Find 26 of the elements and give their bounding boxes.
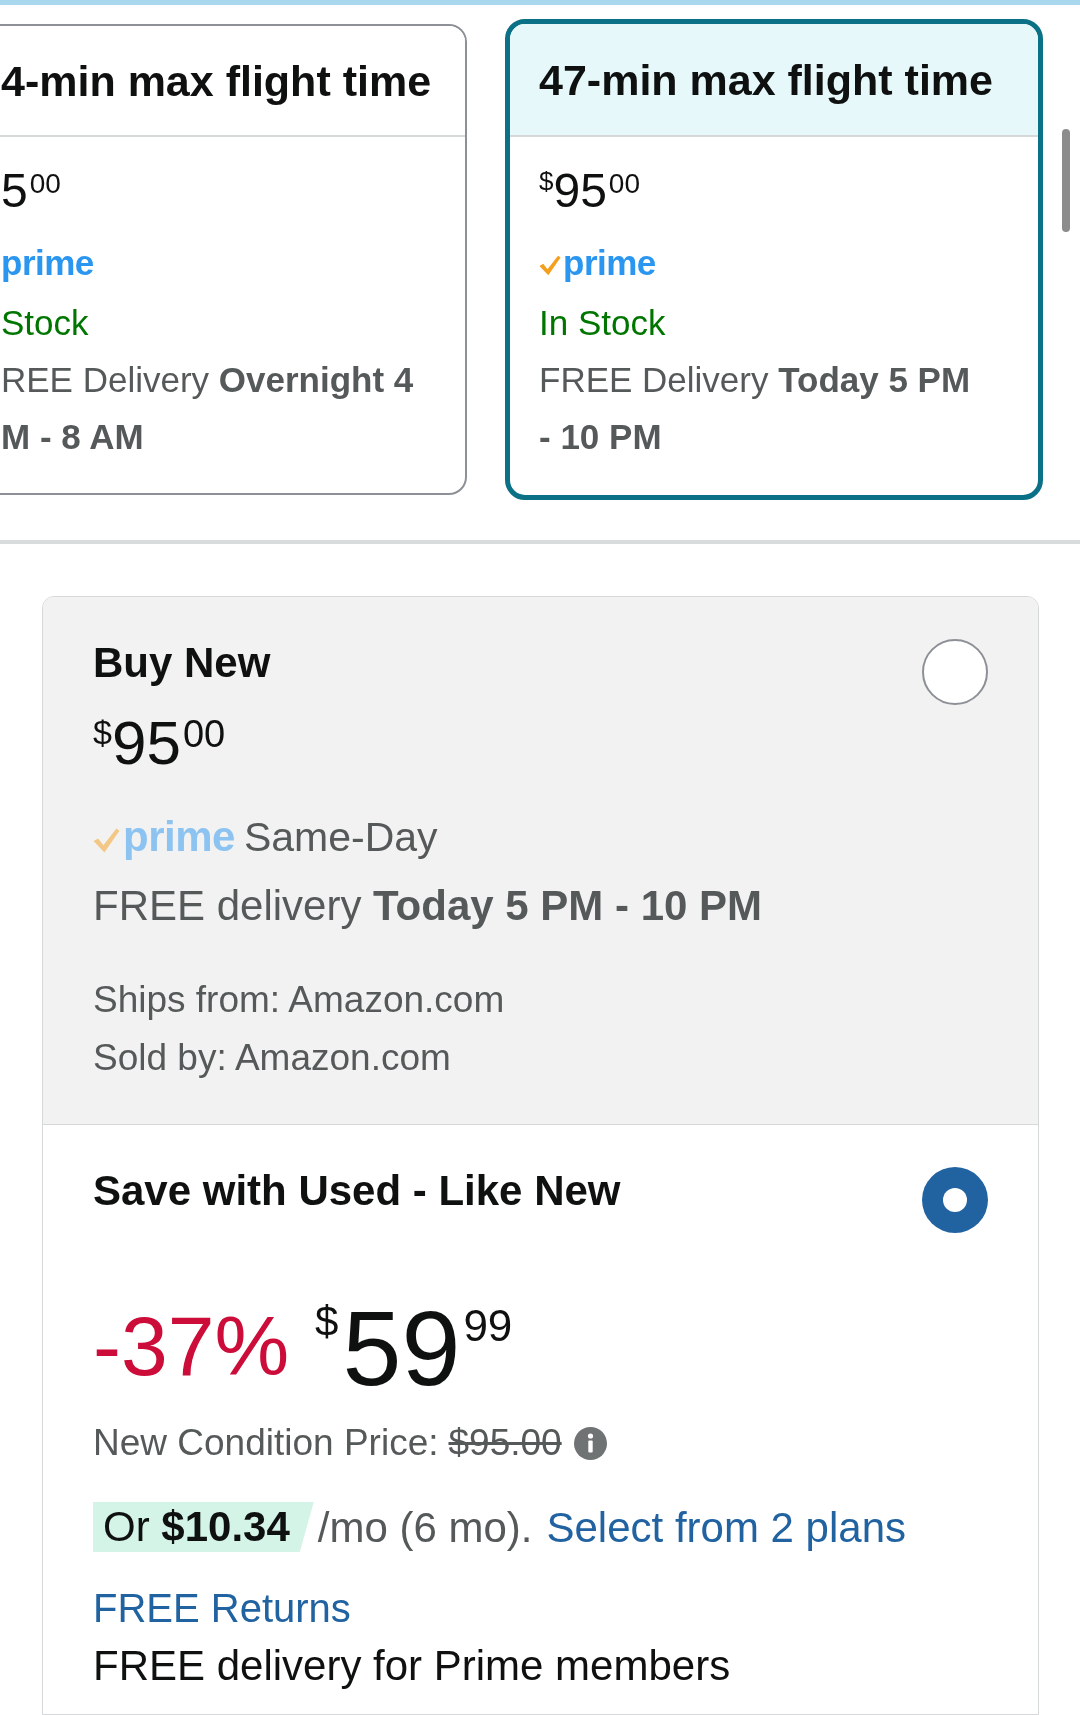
prime-label: prime [123, 814, 235, 860]
delivery-text: FREE delivery Today 5 PM - 10 PM [93, 881, 764, 931]
radio-button[interactable] [922, 1167, 988, 1233]
stock-status: Stock [1, 302, 90, 344]
list-price: $95.00 [448, 1421, 562, 1466]
prime-label: prime [1, 245, 94, 281]
installment-price: Or $10.34 [93, 1502, 314, 1552]
plans-link[interactable]: Select from 2 plans [546, 1495, 906, 1559]
stock-status: In Stock [539, 302, 667, 344]
radio-button[interactable] [922, 639, 988, 705]
card-title: 4-min max flight time [1, 56, 432, 105]
option-title: Save with Used - Like New [93, 1167, 621, 1215]
info-icon[interactable] [573, 1426, 607, 1460]
delivery-speed: Same-Day [243, 814, 438, 860]
sold-by-text: Sold by: Amazon.com [93, 1036, 452, 1080]
returns-link[interactable]: FREE Returns [93, 1579, 351, 1637]
delivery-text: FREE Delivery Today 5 PM - 10 PM [539, 359, 972, 458]
installment-term: /mo (6 mo). [317, 1502, 533, 1553]
card-title: 47-min max flight time [539, 55, 993, 104]
prime-label: prime [563, 245, 656, 281]
delivery-text: FREE delivery for Prime members [93, 1641, 732, 1691]
ships-from-text: Ships from: Amazon.com [93, 978, 506, 1022]
delivery-text: REE Delivery Overnight 4 M - 8 AM [1, 359, 415, 458]
option-title: Buy New [93, 639, 271, 687]
discount-percent: -37% [93, 1304, 290, 1388]
list-price-label: New Condition Price: [93, 1421, 439, 1466]
